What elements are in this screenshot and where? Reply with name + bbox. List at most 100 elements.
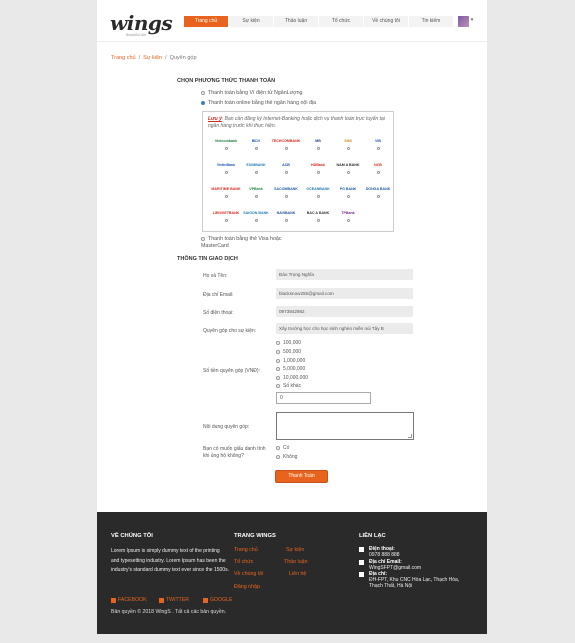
radio-icon[interactable] [346,195,350,198]
radio-icon[interactable] [276,350,280,354]
bank-option[interactable]: BAC A BANK [303,210,333,226]
radio-icon[interactable] [346,171,350,174]
chevron-down-icon[interactable]: ▾ [469,16,475,27]
radio-icon[interactable] [316,195,320,198]
radio-icon[interactable] [346,219,350,222]
footer-link-about[interactable]: Về chúng tôi [234,571,263,577]
anonymous-option-yes[interactable]: Có [276,445,289,451]
google-label: GOOGLE [210,597,233,603]
radio-icon[interactable] [276,446,280,450]
nav-events[interactable]: Sự kiện [229,16,274,27]
footer-link-login[interactable]: Đăng nhập [234,584,260,590]
twitter-link[interactable]: TWITTER [159,597,189,603]
bank-option[interactable]: TPBank [333,210,363,226]
bank-option[interactable]: TECHCOMBANK [271,138,301,154]
radio-icon[interactable] [201,237,205,241]
footer-link-home[interactable]: Trang chủ [234,547,258,553]
email-input[interactable]: blacksnow255@gmail.com [276,288,413,299]
amount-option[interactable]: 10,000,000 [276,375,308,381]
bank-option[interactable]: PG BANK [333,186,363,202]
anonymous-option-no[interactable]: Không [276,454,297,460]
radio-icon[interactable] [284,147,288,150]
radio-icon[interactable] [284,195,288,198]
amount-option-other[interactable]: Số khác [276,383,301,389]
resize-handle-icon[interactable] [408,434,412,438]
footer-link-contact[interactable]: Liên hệ [289,571,306,577]
bank-option[interactable]: NCB [363,162,393,178]
radio-icon[interactable] [254,147,258,150]
radio-icon[interactable] [276,376,280,380]
event-input[interactable]: Xây trường học cho học sinh nghèo miền n… [276,323,413,334]
payment-option-ewallet[interactable]: Thanh toán bằng Ví điện tử NgânLượng [201,90,303,96]
radio-icon[interactable] [316,219,320,222]
fullname-input[interactable]: Đào Trọng Nghĩa [276,269,413,280]
radio-icon[interactable] [276,455,280,459]
breadcrumb-events[interactable]: Sự kiện [143,55,162,61]
amount-option[interactable]: 1,000,000 [276,358,305,364]
bank-option[interactable]: VietinBank [211,162,241,178]
bank-option[interactable]: SHB [333,138,363,154]
radio-icon[interactable] [276,367,280,371]
google-link[interactable]: GOOGLE [203,597,233,603]
bank-option[interactable]: VIB [363,138,393,154]
user-avatar[interactable] [458,16,469,27]
bank-option[interactable]: MB [303,138,333,154]
radio-icon[interactable] [224,195,228,198]
bank-option[interactable]: OCEANBANK [303,186,333,202]
radio-icon[interactable] [254,195,258,198]
site-logo[interactable]: wings Beautiful Life [110,11,173,39]
breadcrumb-home[interactable]: Trang chủ [111,55,136,61]
radio-icon[interactable] [284,171,288,174]
bank-option[interactable]: VPBank [241,186,271,202]
amount-option[interactable]: 500,000 [276,349,301,355]
breadcrumb: Trang chủ / Sự kiện / Quyên góp [111,55,197,61]
bank-option[interactable]: SACOMBANK [271,186,301,202]
nav-discussion[interactable]: Thảo luận [274,16,319,27]
radio-icon[interactable] [346,147,350,150]
radio-icon[interactable] [316,147,320,150]
submit-payment-button[interactable]: Thanh Toán [276,471,327,482]
radio-icon[interactable] [284,219,288,222]
bank-option[interactable]: BIDV [241,138,271,154]
radio-icon[interactable] [254,219,258,222]
bank-option[interactable]: SAIGON BANK [241,210,271,226]
footer-link-events[interactable]: Sự kiện [286,547,304,553]
radio-icon[interactable] [316,171,320,174]
bank-logo: SHB [344,139,352,143]
radio-icon[interactable] [276,359,280,363]
bank-option[interactable]: MARITIME BANK [211,186,241,202]
radio-icon[interactable] [201,91,205,95]
payment-option-visa[interactable]: Thanh toán bằng thẻ Visa hoặc MasterCard [201,236,301,249]
footer-link-organizations[interactable]: Tổ chức [234,559,253,565]
message-textarea[interactable] [276,412,414,440]
radio-icon[interactable] [224,219,228,222]
bank-option[interactable]: HDBank [303,162,333,178]
bank-option[interactable]: DONGA BANK [363,186,393,202]
bank-option[interactable]: LIENVIETBANK [211,210,241,226]
facebook-link[interactable]: FACEBOOK [111,597,147,603]
radio-icon[interactable] [224,171,228,174]
amount-option[interactable]: 5,000,000 [276,366,305,372]
radio-icon[interactable] [376,171,380,174]
radio-icon[interactable] [376,195,380,198]
nav-home[interactable]: Trang chủ [184,16,229,27]
amount-input[interactable]: 0 [276,392,371,404]
bank-option[interactable]: NAM A BANK [333,162,363,178]
bank-option[interactable]: Vietcombank [211,138,241,154]
amount-option[interactable]: 100,000 [276,340,301,346]
bank-option[interactable]: ACB [271,162,301,178]
radio-icon-selected[interactable] [201,101,205,105]
phone-input[interactable]: 0973842982 [276,306,413,317]
payment-option-domestic-card[interactable]: Thanh toán online bằng thẻ ngân hàng nội… [201,100,316,106]
footer-link-discussion[interactable]: Thảo luận [284,559,308,565]
bank-option[interactable]: NAVIBANK [271,210,301,226]
nav-about[interactable]: Về chúng tôi [364,16,409,27]
bank-option[interactable]: EXIMBANK [241,162,271,178]
radio-icon[interactable] [224,147,228,150]
nav-organizations[interactable]: Tổ chức [319,16,364,27]
radio-icon[interactable] [276,341,280,345]
radio-icon[interactable] [276,384,280,388]
radio-icon[interactable] [254,171,258,174]
nav-search[interactable]: Tin kiếm [409,16,454,27]
radio-icon[interactable] [376,147,380,150]
